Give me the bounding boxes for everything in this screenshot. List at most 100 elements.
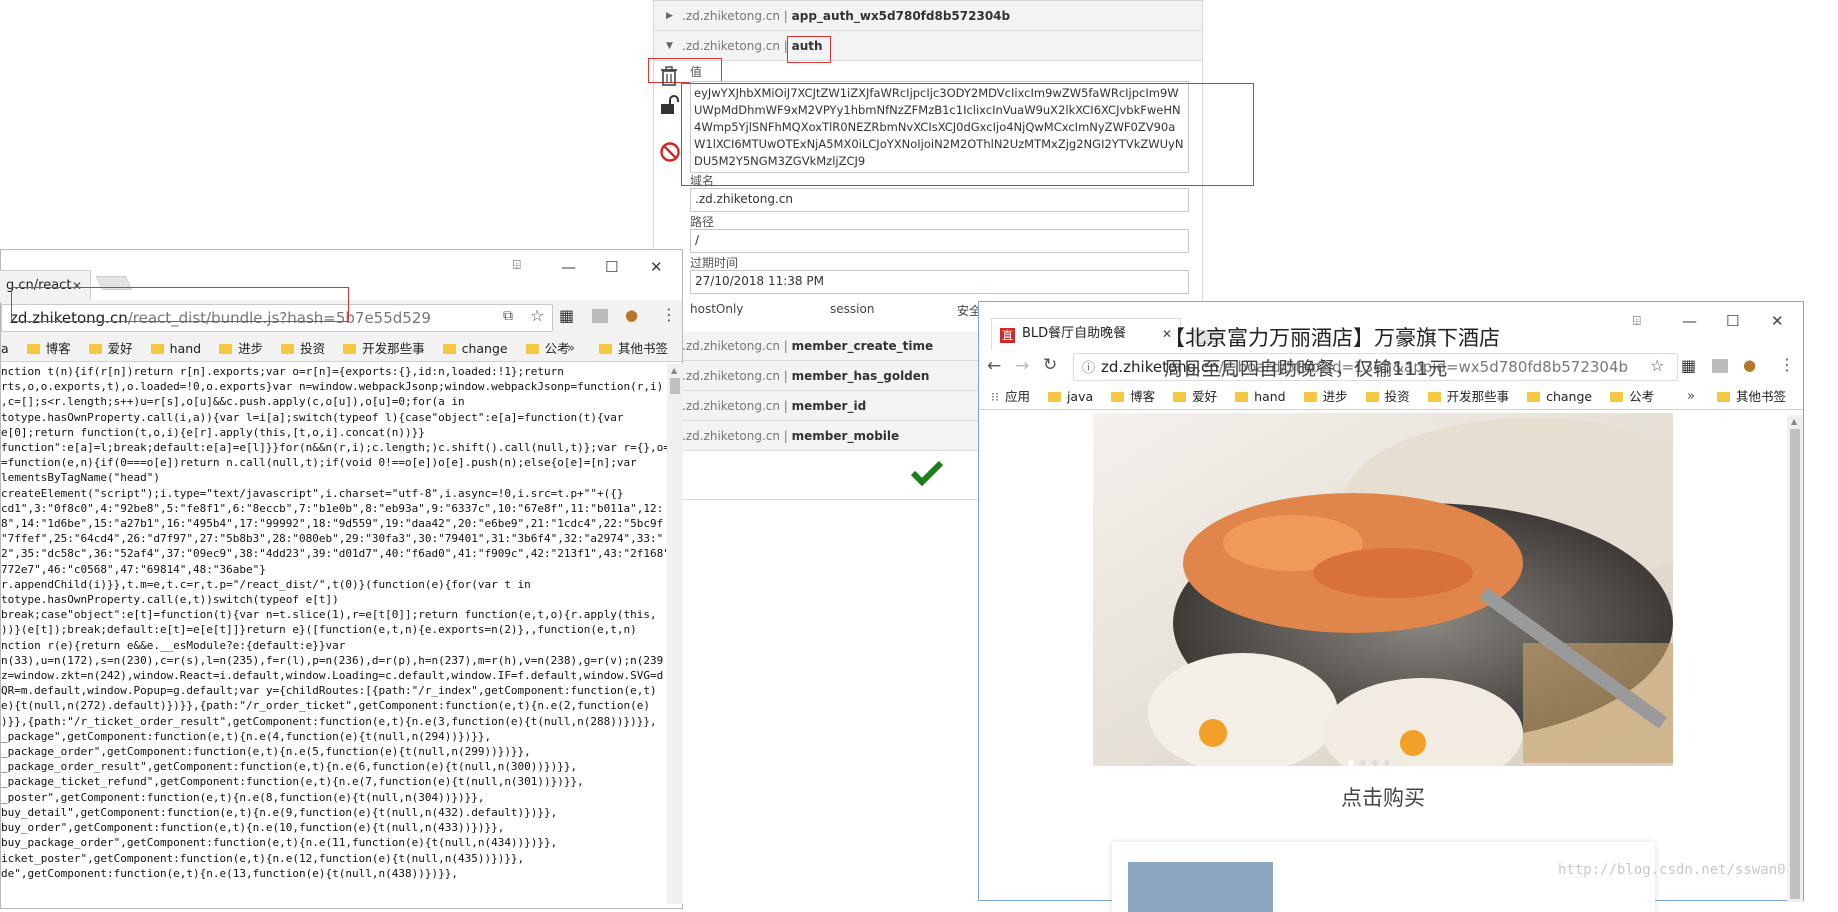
- bookmark-label: java: [1066, 389, 1094, 404]
- extension-icon[interactable]: [592, 309, 608, 323]
- bookmark-label: change: [461, 341, 508, 356]
- cookie-row-auth[interactable]: ▼ .zd.zhiketong.cn | auth: [654, 31, 1202, 61]
- close-window-button[interactable]: ✕: [1771, 312, 1784, 330]
- bookmark-folder-change[interactable]: change: [442, 336, 508, 361]
- translate-icon[interactable]: ⧉: [503, 308, 513, 324]
- bookmark-folder-dev[interactable]: 开发那些事: [343, 336, 425, 361]
- bookmark-folder-invest[interactable]: 投资: [281, 336, 326, 361]
- bookmark-item[interactable]: a: [1, 336, 9, 361]
- other-bookmarks[interactable]: 其他书签: [599, 336, 668, 362]
- carousel-dot[interactable]: [1348, 760, 1354, 766]
- expires-field[interactable]: 27/10/2018 11:38 PM: [690, 270, 1189, 294]
- unlock-icon[interactable]: [659, 94, 681, 116]
- folder-icon: [1111, 392, 1125, 402]
- minimize-button[interactable]: —: [1682, 312, 1697, 330]
- bookmark-folder-blog[interactable]: 博客: [1111, 384, 1155, 409]
- cookie-domain: .zd.zhiketong.cn: [682, 339, 780, 353]
- bookmark-folder-progress[interactable]: 进步: [1303, 384, 1348, 409]
- vertical-scrollbar[interactable]: ▲: [1787, 415, 1803, 902]
- domain-field[interactable]: .zd.zhiketong.cn: [690, 188, 1189, 212]
- folder-icon: [219, 344, 233, 354]
- cookie-name: member_create_time: [791, 339, 934, 353]
- cookie-domain: .zd.zhiketong.cn: [682, 399, 780, 413]
- buy-now-link[interactable]: 点击购买: [979, 782, 1787, 812]
- buffet-photo: [1093, 413, 1673, 766]
- vertical-scrollbar[interactable]: ▲: [667, 364, 683, 904]
- bookmark-star-icon[interactable]: ☆: [530, 306, 544, 325]
- bookmark-folder-hobby[interactable]: 爱好: [1173, 384, 1217, 409]
- code-line: buy_package_order",getComponent:function…: [1, 836, 558, 850]
- bookmarks-overflow-button[interactable]: »: [1687, 384, 1695, 410]
- extension-icon[interactable]: [1712, 359, 1728, 373]
- session-checkbox-label[interactable]: session: [830, 302, 874, 316]
- bookmark-label: 公考: [1629, 389, 1655, 404]
- bookmark-star-icon[interactable]: ☆: [1650, 356, 1664, 375]
- cookie-extension-icon[interactable]: ●: [1743, 356, 1756, 374]
- other-bookmarks-label: 其他书签: [618, 341, 669, 356]
- minimize-button[interactable]: —: [561, 258, 576, 276]
- qr-code-icon[interactable]: ▦: [559, 306, 574, 325]
- bookmark-label: 开发那些事: [362, 341, 425, 356]
- close-window-button[interactable]: ✕: [650, 258, 663, 276]
- forward-arrow-icon[interactable]: →: [1015, 356, 1029, 376]
- bookmark-folder-change[interactable]: change: [1527, 384, 1592, 409]
- code-line: 772e7",46:"c0568",47:"69814",48:"36abe"}: [1, 562, 266, 576]
- bookmark-folder-invest[interactable]: 投资: [1365, 384, 1410, 409]
- bookmark-folder-java[interactable]: java: [1047, 384, 1094, 409]
- bookmark-folder-exam[interactable]: 公考: [525, 336, 570, 361]
- collapse-arrow-icon[interactable]: ▼: [666, 31, 673, 61]
- folder-icon: [599, 344, 612, 354]
- carousel-dot[interactable]: [1360, 760, 1366, 766]
- qr-code-icon[interactable]: ▦: [1681, 356, 1696, 375]
- maximize-button[interactable]: ☐: [605, 258, 618, 276]
- bookmark-folder-hand[interactable]: hand: [1235, 384, 1286, 409]
- menu-kebab-icon[interactable]: ⋮: [1779, 355, 1795, 374]
- tab-restaurant[interactable]: 直 BLD餐厅自助晚餐 ✕: [991, 318, 1181, 350]
- bookmark-folder-dev[interactable]: 开发那些事: [1427, 384, 1509, 409]
- bookmarks-bar: ⁝⁝ 应用 java 博客 爱好 hand 进步 投资 开发那些事 change …: [979, 384, 1803, 410]
- hostonly-checkbox-label[interactable]: hostOnly: [690, 302, 743, 316]
- scrollbar-thumb[interactable]: [670, 378, 680, 394]
- carousel-dots[interactable]: [1348, 751, 1418, 766]
- cookie-domain: .zd.zhiketong.cn: [682, 369, 780, 383]
- cookie-extension-icon[interactable]: ●: [625, 306, 638, 324]
- trash-icon[interactable]: [658, 65, 680, 87]
- reload-icon[interactable]: ↻: [1043, 355, 1057, 375]
- carousel-dot[interactable]: [1372, 760, 1378, 766]
- code-view: nction t(n){if(r[n])return r[n].exports;…: [1, 364, 667, 904]
- checkmark-save-icon[interactable]: [910, 459, 944, 487]
- code-line: e[0];return function(t,o,i){e[r].apply(t…: [1, 425, 425, 439]
- scrollbar-thumb[interactable]: [1790, 429, 1800, 899]
- info-icon[interactable]: ⓘ: [1082, 361, 1095, 376]
- bookmark-folder-hand[interactable]: hand: [150, 336, 201, 361]
- apps-label: 应用: [1004, 389, 1030, 404]
- bookmarks-overflow-button[interactable]: »: [567, 336, 575, 362]
- folder-icon: [1303, 392, 1317, 402]
- product-subtitle: 周日至周四自助晚餐，仅输111元: [1164, 358, 1448, 380]
- scroll-up-arrow-icon[interactable]: ▲: [1791, 417, 1797, 426]
- other-bookmarks[interactable]: 其他书签: [1717, 384, 1786, 410]
- block-icon[interactable]: [659, 141, 681, 163]
- bookmarks-bar: a 博客 爱好 hand 进步 投资 开发那些事 change 公考: [1, 336, 682, 362]
- path-field[interactable]: /: [690, 229, 1189, 253]
- apps-shortcut[interactable]: ⁝⁝ 应用: [991, 384, 1030, 409]
- bookmark-folder-blog[interactable]: 博客: [26, 336, 71, 361]
- bookmark-folder-exam[interactable]: 公考: [1610, 384, 1655, 409]
- code-line: totype.hasOwnProperty.call(e,t))switch(t…: [1, 593, 339, 607]
- expand-arrow-icon[interactable]: ▶: [666, 1, 673, 31]
- code-line: 8",14:"1d6be",15:"a27b1",16:"495b4",17:"…: [1, 517, 664, 531]
- product-title[interactable]: 【北京富力万丽酒店】万豪旗下酒店: [1164, 322, 1500, 352]
- cookie-domain: .zd.zhiketong.cn: [682, 429, 780, 443]
- bookmark-folder-progress[interactable]: 进步: [219, 336, 263, 361]
- bookmark-folder-hobby[interactable]: 爱好: [88, 336, 133, 361]
- back-arrow-icon[interactable]: ←: [987, 356, 1001, 376]
- apps-grid-icon: ⁝⁝: [991, 389, 999, 404]
- menu-kebab-icon[interactable]: ⋮: [661, 305, 677, 324]
- other-bookmarks-label: 其他书签: [1736, 389, 1787, 404]
- hero-food-image[interactable]: [1093, 413, 1673, 766]
- maximize-button[interactable]: ☐: [1726, 312, 1739, 330]
- cookie-row-app-auth[interactable]: ▶ .zd.zhiketong.cn | app_auth_wx5d780fd8…: [654, 1, 1202, 31]
- bookmark-label: 投资: [300, 341, 326, 356]
- scroll-up-arrow-icon[interactable]: ▲: [671, 366, 677, 375]
- carousel-dot[interactable]: [1384, 760, 1390, 766]
